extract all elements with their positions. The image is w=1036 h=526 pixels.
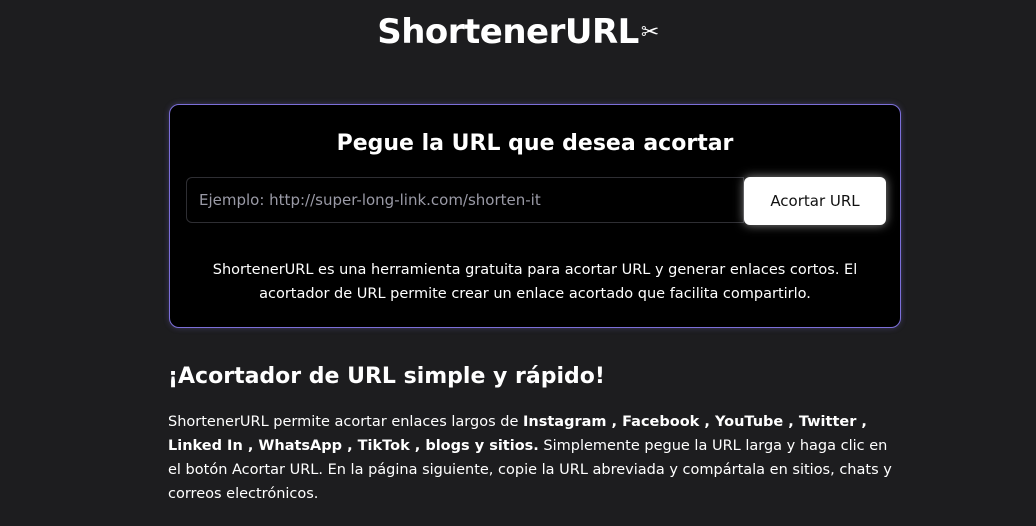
site-logo[interactable]: ShortenerURL✂ — [0, 12, 1036, 52]
shortener-title: Pegue la URL que desea acortar — [336, 131, 734, 156]
platform-youtube: YouTube — [714, 414, 784, 430]
about-text: ShortenerURL permite acortar enlaces lar… — [168, 414, 892, 502]
platform-tiktok: TikTok — [357, 438, 410, 454]
platform-linkedin: Linked In — [168, 438, 243, 454]
scissors-icon: ✂ — [640, 20, 659, 45]
platform-facebook: Facebook — [622, 414, 700, 430]
about-title: ¡Acortador de URL simple y rápido! — [168, 364, 605, 389]
shortener-card: Pegue la URL que desea acortar Acortar U… — [169, 104, 901, 328]
platform-whatsapp: WhatsApp — [258, 438, 343, 454]
logo-text: ShortenerURL — [377, 12, 639, 52]
page: ShortenerURL✂ Pegue la URL que desea aco… — [0, 0, 1036, 526]
shorten-url-button[interactable]: Acortar URL — [744, 177, 886, 225]
url-input[interactable] — [186, 177, 744, 223]
platform-instagram: Instagram — [523, 414, 607, 430]
shortener-description: ShortenerURL es una herramienta gratuita… — [212, 262, 858, 302]
platform-blogs: blogs y sitios. — [425, 438, 539, 454]
about-intro: ShortenerURL permite acortar enlaces lar… — [168, 414, 523, 430]
platform-twitter: Twitter — [798, 414, 857, 430]
